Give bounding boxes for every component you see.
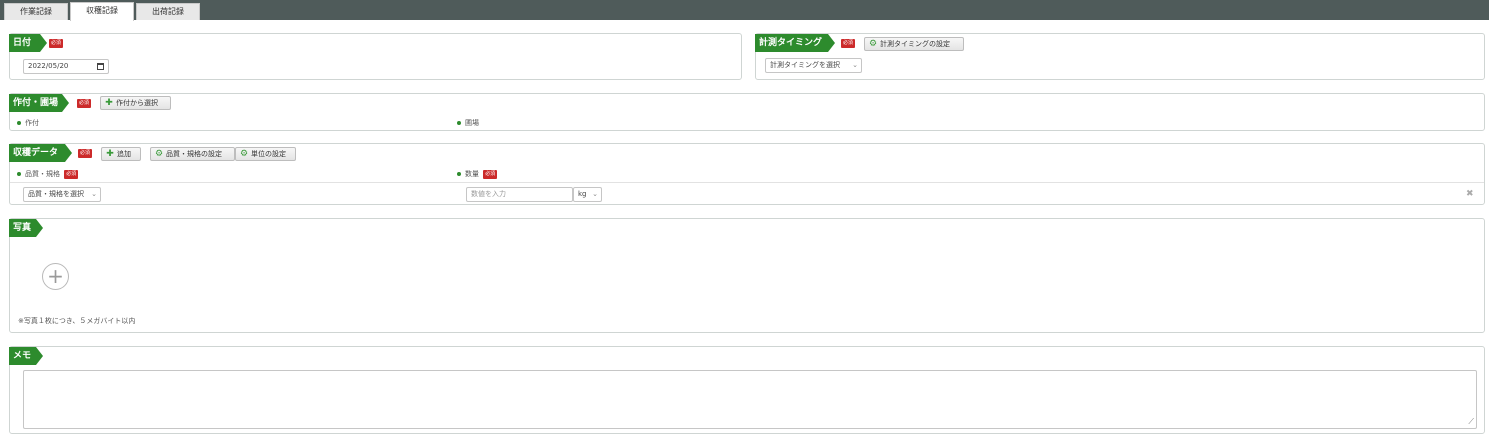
bullet-icon [457,172,461,176]
row-divider [10,182,1484,183]
settings-icon: ⚙ [154,149,164,159]
select-from-crop-button[interactable]: ✚ 作付から選択 [100,96,171,110]
crop-field-panel: 作付・圃場 必須 ✚ 作付から選択 作付 圃場 [9,93,1485,131]
quality-label: 品質・規格 必須 [17,169,79,179]
chevron-down-icon: ⌄ [592,190,598,198]
memo-panel: メモ ⟋ [9,346,1485,434]
panel-title: 作付・圃場 [9,94,69,112]
settings-icon: ⚙ [239,149,249,159]
label-text: 圃場 [465,119,479,127]
tab-bar: 作業記録 収穫記録 出荷記録 [0,0,1489,21]
tab-shipment-record[interactable]: 出荷記録 [136,3,200,20]
quantity-label: 数量 必須 [457,169,498,179]
required-badge: 必須 [841,39,855,48]
resize-handle-icon[interactable]: ⟋ [1468,417,1474,427]
calendar-icon[interactable] [97,63,104,70]
panel-title: 日付 [9,34,47,52]
chevron-down-icon: ⌄ [852,61,858,69]
tab-label: 出荷記録 [152,7,184,16]
panel-title: メモ [9,347,43,365]
label-text: 品質・規格 [25,170,60,178]
tab-harvest-record[interactable]: 収穫記録 [70,2,134,21]
label-text: 作付 [25,119,39,127]
quality-select[interactable]: 品質・規格を選択 ⌄ [23,187,101,202]
settings-icon: ⚙ [868,39,878,49]
tab-label: 収穫記録 [86,6,118,15]
measurement-timing-panel: 計測タイミング 必須 ⚙ 計測タイミングの設定 計測タイミングを選択 ⌄ [755,33,1485,80]
panel-title: 収穫データ [9,144,72,162]
bullet-icon [17,172,21,176]
bullet-icon [17,121,21,125]
timing-select[interactable]: 計測タイミングを選択 ⌄ [765,58,862,73]
select-value: kg [578,190,587,198]
button-label: 品質・規格の設定 [166,150,222,158]
panel-title: 計測タイミング [755,34,835,52]
quantity-input[interactable]: 数値を入力 [466,187,573,202]
required-badge: 必須 [483,169,498,179]
quality-settings-button[interactable]: ⚙ 品質・規格の設定 [150,147,235,161]
unit-settings-button[interactable]: ⚙ 単位の設定 [235,147,296,161]
unit-select[interactable]: kg ⌄ [573,187,602,202]
chevron-down-icon: ⌄ [91,190,97,198]
button-label: 作付から選択 [116,99,158,107]
memo-textarea[interactable]: ⟋ [23,370,1477,429]
date-input[interactable]: 2022/05/20 [23,59,109,74]
tab-work-record[interactable]: 作業記録 [4,3,68,20]
bullet-icon [457,121,461,125]
add-photo-button[interactable]: + [42,263,69,290]
crop-label: 作付 [17,118,39,128]
photo-panel: 写真 + ※写真１枚につき、５メガバイト以内 [9,218,1485,333]
required-badge: 必須 [64,169,79,179]
photo-size-note: ※写真１枚につき、５メガバイト以内 [18,317,136,325]
required-badge: 必須 [49,39,63,48]
harvest-data-panel: 収穫データ 必須 ✚ 追加 ⚙ 品質・規格の設定 ⚙ 単位の設定 品質・規格 必須 数… [9,143,1485,205]
date-panel: 日付 必須 2022/05/20 [9,33,742,80]
button-label: 追加 [117,150,131,158]
select-value: 計測タイミングを選択 [770,61,840,69]
select-value: 品質・規格を選択 [28,190,84,198]
label-text: 数量 [465,170,479,178]
button-label: 計測タイミングの設定 [880,40,950,48]
input-placeholder: 数値を入力 [471,190,506,198]
tab-label: 作業記録 [20,7,52,16]
required-badge: 必須 [77,99,91,108]
plus-icon: ✚ [105,98,113,108]
add-button[interactable]: ✚ 追加 [101,147,141,161]
remove-row-icon[interactable]: ✖ [1466,189,1474,199]
required-badge: 必須 [78,149,92,158]
add-row-icon: ✚ [106,149,114,159]
field-label: 圃場 [457,118,479,128]
panel-title: 写真 [9,219,43,237]
date-value: 2022/05/20 [28,62,69,70]
timing-settings-button[interactable]: ⚙ 計測タイミングの設定 [864,37,964,51]
button-label: 単位の設定 [251,150,286,158]
